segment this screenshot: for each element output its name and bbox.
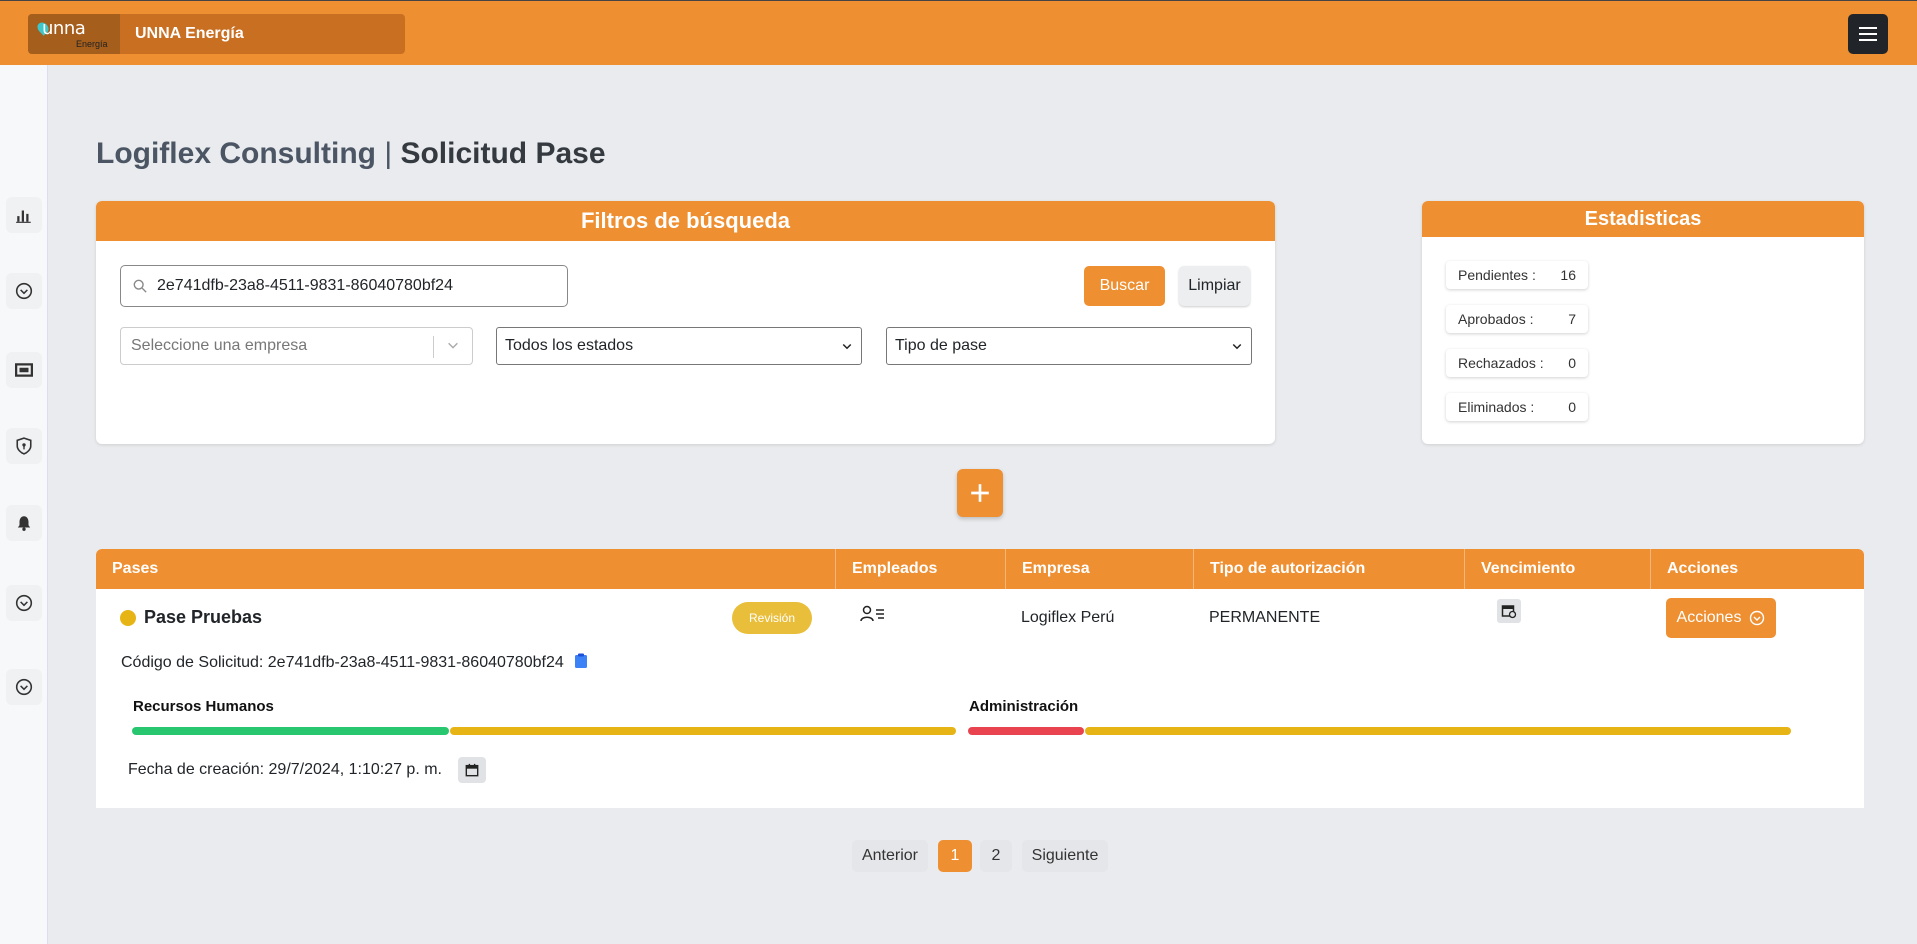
sidebar [0, 65, 48, 944]
chevron-circle-down-icon[interactable] [6, 585, 42, 621]
stat-pending: Pendientes : 16 [1446, 261, 1588, 289]
stat-rejected: Rechazados : 0 [1446, 349, 1588, 377]
pass-type-select-value: Tipo de pase [895, 337, 987, 354]
select-divider [433, 336, 434, 358]
column-header-tipo: Tipo de autorización [1194, 549, 1465, 589]
creation-date-label: Fecha de creación: [128, 761, 265, 778]
chevron-down-icon [1232, 343, 1242, 350]
progress-approved [132, 727, 449, 735]
bell-icon[interactable] [6, 505, 42, 541]
creation-date-value: 29/7/2024, 1:10:27 p. m. [268, 761, 442, 778]
column-header-acciones: Acciones [1667, 560, 1739, 577]
progress-pending [450, 727, 956, 735]
calendar-clock-icon[interactable] [1497, 599, 1521, 623]
search-button[interactable]: Buscar [1084, 266, 1165, 306]
stat-value: 0 [1568, 355, 1576, 371]
chevron-circle-down-icon[interactable] [6, 669, 42, 705]
shield-icon[interactable] [6, 428, 42, 464]
pagination-previous[interactable]: Anterior [852, 840, 928, 872]
actions-label: Acciones [1676, 609, 1742, 626]
stats-card: Estadisticas Pendientes : 16 Aprobados :… [1422, 201, 1864, 444]
vehicle-icon[interactable] [6, 352, 42, 388]
passes-table: Pases Empleados Empresa Tipo de autoriza… [96, 549, 1864, 808]
pass-type-select[interactable]: Tipo de pase [886, 327, 1252, 365]
search-field[interactable] [120, 265, 568, 307]
clear-button[interactable]: Limpiar [1179, 266, 1250, 306]
chevron-circle-down-icon[interactable] [6, 273, 42, 309]
brand-name: UNNA Energía [135, 25, 244, 42]
bar-chart-icon[interactable] [6, 197, 42, 233]
status-dot [120, 610, 136, 626]
column-header-pases: Pases [96, 549, 836, 589]
search-input[interactable] [157, 277, 557, 295]
request-code-label: Código de Solicitud: [121, 654, 264, 671]
plus-icon [971, 484, 989, 502]
stat-value: 7 [1568, 311, 1576, 327]
column-header-empresa: Empresa [1006, 549, 1194, 589]
company-select[interactable]: Seleccione una empresa [120, 327, 473, 365]
stat-value: 16 [1560, 267, 1576, 283]
column-header-vencimiento: Vencimiento [1465, 549, 1651, 589]
menu-bar [1859, 27, 1877, 29]
top-navbar: unna Energía UNNA Energía [0, 0, 1917, 65]
menu-bar [1859, 33, 1877, 35]
calendar-icon[interactable] [458, 757, 486, 783]
stat-label: Eliminados : [1458, 399, 1535, 415]
filters-card: Filtros de búsqueda Buscar Limpiar Selec… [96, 201, 1275, 444]
progress-pending [1085, 727, 1791, 735]
company-select-placeholder: Seleccione una empresa [131, 337, 308, 354]
stat-approved: Aprobados : 7 [1446, 305, 1588, 333]
menu-bar [1859, 39, 1877, 41]
pagination-page-1[interactable]: 1 [938, 840, 972, 872]
brand-logo: unna Energía [28, 14, 120, 54]
actions-dropdown-button[interactable]: Acciones [1666, 598, 1776, 638]
hamburger-menu-button[interactable] [1848, 14, 1888, 54]
stat-label: Rechazados : [1458, 355, 1544, 371]
dept-name: Administración [969, 698, 1079, 715]
page-title-company: Logiflex Consulting [96, 137, 376, 170]
pagination-next[interactable]: Siguiente [1022, 840, 1108, 872]
table-header: Pases Empleados Empresa Tipo de autoriza… [96, 549, 1864, 589]
company-cell: Logiflex Perú [1021, 609, 1115, 626]
logo-sub: Energía [76, 39, 108, 49]
chevron-down-icon [842, 343, 852, 350]
status-select[interactable]: Todos los estados [496, 327, 862, 365]
search-icon [133, 279, 147, 293]
status-select-value: Todos los estados [505, 337, 634, 354]
page-title: Logiflex Consulting | Solicitud Pase [96, 137, 606, 171]
status-badge: Revisión [732, 602, 812, 634]
request-code-value: 2e741dfb-23a8-4511-9831-86040780bf24 [267, 654, 564, 671]
employees-icon[interactable] [860, 605, 886, 628]
stat-value: 0 [1568, 399, 1576, 415]
dept-name: Recursos Humanos [133, 698, 274, 715]
stat-deleted: Eliminados : 0 [1446, 393, 1588, 421]
creation-date: Fecha de creación: 29/7/2024, 1:10:27 p.… [128, 761, 442, 779]
pass-name[interactable]: Pase Pruebas [144, 607, 262, 628]
stat-label: Pendientes : [1458, 267, 1536, 283]
filters-title: Filtros de búsqueda [96, 201, 1275, 241]
auth-type-cell: PERMANENTE [1209, 609, 1321, 626]
add-pass-button[interactable] [957, 469, 1003, 517]
logo-word: unna [42, 18, 86, 39]
stat-label: Aprobados : [1458, 311, 1534, 327]
pagination-page-2[interactable]: 2 [980, 840, 1012, 872]
page-title-section: Solicitud Pase [400, 137, 606, 170]
chevron-circle-down-icon [1750, 610, 1765, 626]
request-code: Código de Solicitud: 2e741dfb-23a8-4511-… [121, 653, 588, 672]
chevron-down-icon [448, 342, 458, 349]
progress-rejected [968, 727, 1084, 735]
clipboard-icon[interactable] [574, 653, 588, 669]
page-title-separator: | [384, 137, 393, 170]
column-header-empleados: Empleados [836, 549, 1006, 589]
stats-title: Estadisticas [1422, 201, 1864, 237]
brand[interactable]: unna Energía UNNA Energía [28, 14, 405, 54]
